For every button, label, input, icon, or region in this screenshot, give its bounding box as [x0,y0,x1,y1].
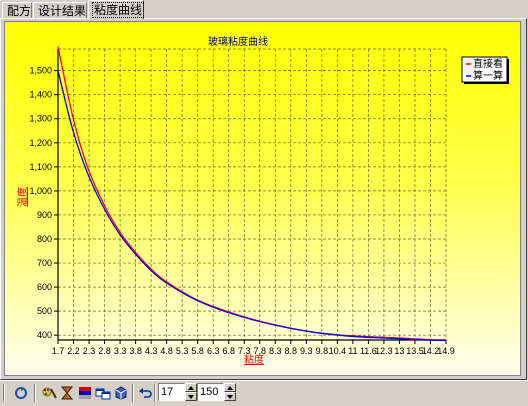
y-tick-label: 600 [37,282,52,292]
spin-down-icon[interactable] [224,392,236,401]
min-value-input[interactable]: 17 [158,383,185,401]
x-tick-label: 8.3 [269,346,282,356]
grid [58,48,447,340]
x-tick-label: 9.8 [316,346,329,356]
x-tick-label: 11 [348,346,357,356]
y-tick-label: 900 [37,210,52,220]
x-tick-label: 6.3 [207,346,220,356]
y-tick-label: 1,100 [29,162,52,172]
x-tick-label: 13 [394,346,404,356]
undo-icon[interactable] [136,383,154,403]
toolbar-grip [3,384,5,402]
x-tick-label: 14.9 [437,346,455,356]
spin-up-icon[interactable] [224,383,236,392]
y-tick-label: 1,400 [29,90,52,100]
palette-icon[interactable] [40,383,58,403]
tab-label: 配方 [7,4,32,18]
x-axis-label: 粘度 [244,353,264,366]
spin-up-icon[interactable] [185,383,197,392]
viscosity-chart: 玻璃粘度曲线 1.7 2.2 2.3 2.8 3.3 3.8 4.3 4.8 5.3 5.8 6.3… [16,35,509,366]
tab-recipe[interactable]: 配方 [2,2,32,18]
tab-label: 粘度曲线 [91,2,145,18]
legend: 直接看 算一算 [461,56,509,84]
x-tick-label: 12.3 [375,346,393,356]
toolbar-separator [34,384,36,402]
x-tick-label: 2.3 [83,346,96,356]
y-tick-label: 700 [37,258,52,268]
tab-strip: 配方 设计结果 粘度曲线 [0,0,528,20]
x-tick-label: 5.3 [176,346,189,356]
tab-viscosity-curve[interactable]: 粘度曲线 [88,0,145,19]
y-tick-label: 800 [37,234,52,244]
x-tick-label: 4.3 [145,346,158,356]
hourglass-icon[interactable] [58,383,76,403]
spin-down-icon[interactable] [185,392,197,401]
x-tick-label: 5.8 [191,346,204,356]
y-tick-label: 1,300 [29,114,52,124]
toolbar-separator [132,384,134,402]
x-tick-label: 2.2 [67,346,80,356]
y-tick-label: 1,000 [29,186,52,196]
x-tick-label: 6.8 [222,346,235,356]
bottom-toolbar: 17 150 [0,380,528,406]
chart-title: 玻璃粘度曲线 [208,35,268,48]
x-tick-label: 4.8 [160,346,173,356]
legend-label-direct: 直接看 [473,57,503,70]
max-value-input[interactable]: 150 [197,383,224,401]
legend-label-calc: 算一算 [473,69,503,82]
refresh-icon[interactable] [12,383,30,403]
y-tick-label: 500 [37,306,52,316]
x-tick-label: 9.3 [300,346,313,356]
tab-design-result[interactable]: 设计结果 [33,2,87,18]
x-tick-label: 8.8 [285,346,298,356]
x-tick-label: 3.8 [129,346,142,356]
x-tick-label: 3.3 [114,346,127,356]
window-tile-icon[interactable] [94,383,112,403]
cube-icon[interactable] [112,383,130,403]
axes [54,49,447,344]
x-tick-label: 2.8 [98,346,111,356]
y-tick-label: 400 [37,330,52,340]
x-tick-label: 10.4 [329,346,347,356]
series-lines [57,46,447,342]
series-line-calc [57,70,447,342]
tick-labels: 1.7 2.2 2.3 2.8 3.3 3.8 4.3 4.8 5.3 5.8 6.3 6.8 7.3 7… [29,66,454,356]
min-value-spinner[interactable] [185,383,197,401]
series-line-direct [57,46,447,341]
color-bars-icon[interactable] [76,383,94,403]
max-value-spinner[interactable] [224,383,236,401]
x-tick-label: 1.7 [52,346,65,356]
y-tick-label: 1,500 [29,66,52,76]
tab-label: 设计结果 [38,4,87,18]
y-axis-label: 温度 [16,187,29,207]
toolbar-separator [154,384,156,402]
y-tick-label: 1,200 [29,138,52,148]
